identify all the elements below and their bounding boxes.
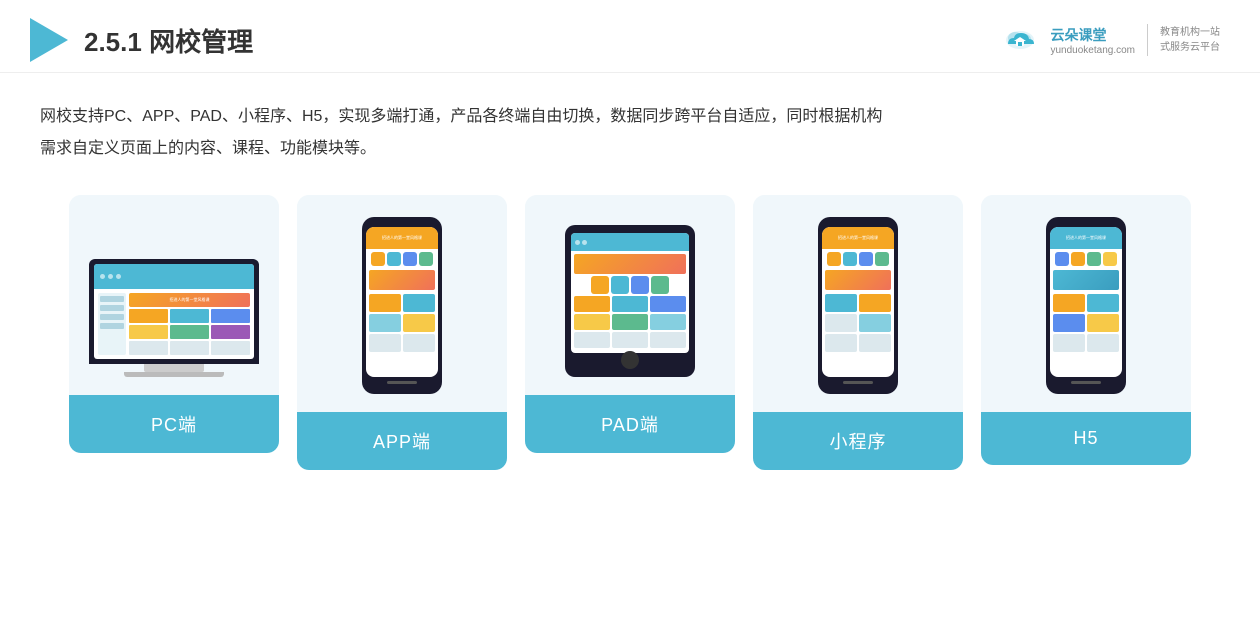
card-pad-image <box>525 195 735 395</box>
header-left: 2.5.1 网校管理 <box>30 18 253 62</box>
pc-mockup: 招进人的第一堂风格课 <box>89 259 259 377</box>
page-title: 2.5.1 网校管理 <box>84 22 253 59</box>
card-h5: 招进人的第一堂风格课 <box>981 195 1191 465</box>
pad-mockup <box>565 225 695 377</box>
card-h5-label: H5 <box>981 412 1191 465</box>
page-header: 2.5.1 网校管理 云朵课堂 yunduoketang.com <box>0 0 1260 73</box>
card-pc-image: 招进人的第一堂风格课 <box>69 195 279 395</box>
yunduoketang-icon <box>998 18 1042 62</box>
card-pad-label: PAD端 <box>525 395 735 453</box>
description-line1: 网校支持PC、APP、PAD、小程序、H5，实现多端打通，产品各终端自由切换，数… <box>40 101 1220 133</box>
card-pad: PAD端 <box>525 195 735 453</box>
brand-text-block: 云朵课堂 yunduoketang.com <box>1050 25 1135 56</box>
brand-name: 云朵课堂 <box>1050 25 1135 45</box>
cards-section: 招进人的第一堂风格课 <box>0 175 1260 490</box>
description-line2: 需求自定义页面上的内容、课程、功能模块等。 <box>40 133 1220 165</box>
card-app-image: 招进人的第一堂风格课 <box>297 195 507 412</box>
app-phone-mockup: 招进人的第一堂风格课 <box>362 217 442 394</box>
card-miniprogram-image: 招进人的第一堂风格课 <box>753 195 963 412</box>
brand-divider <box>1147 24 1148 56</box>
header-right: 云朵课堂 yunduoketang.com 教育机构一站 式服务云平台 <box>998 18 1220 62</box>
brand-logo: 云朵课堂 yunduoketang.com 教育机构一站 式服务云平台 <box>998 18 1220 62</box>
card-app-label: APP端 <box>297 412 507 470</box>
card-pc: 招进人的第一堂风格课 <box>69 195 279 453</box>
card-h5-image: 招进人的第一堂风格课 <box>981 195 1191 412</box>
card-app: 招进人的第一堂风格课 <box>297 195 507 470</box>
card-pc-label: PC端 <box>69 395 279 453</box>
brand-domain: yunduoketang.com <box>1050 45 1135 56</box>
card-miniprogram-label: 小程序 <box>753 412 963 470</box>
miniprogram-phone-mockup: 招进人的第一堂风格课 <box>818 217 898 394</box>
brand-triangle-icon <box>30 18 68 62</box>
card-miniprogram: 招进人的第一堂风格课 <box>753 195 963 470</box>
h5-phone-mockup: 招进人的第一堂风格课 <box>1046 217 1126 394</box>
brand-slogan: 教育机构一站 式服务云平台 <box>1160 25 1220 55</box>
description-block: 网校支持PC、APP、PAD、小程序、H5，实现多端打通，产品各终端自由切换，数… <box>0 73 1260 175</box>
